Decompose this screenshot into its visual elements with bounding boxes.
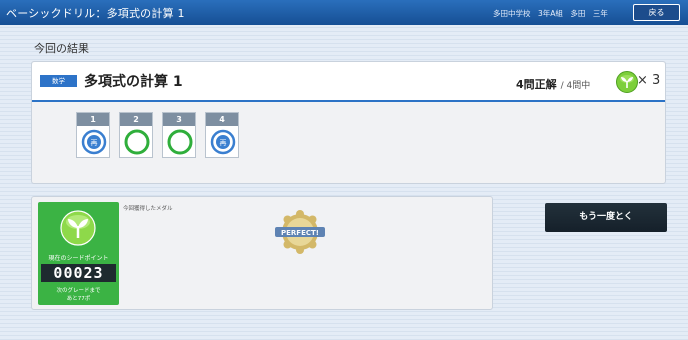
score-text: 4問正解/ 4問中 (516, 76, 590, 92)
user-info: 多田中学校 3年A組 多田 三年 (493, 9, 608, 18)
app-header: ベーシックドリル：多項式の計算 1 多田中学校 3年A組 多田 三年 戻る (0, 0, 688, 25)
app-title: ベーシックドリル：多項式の計算 1 (6, 7, 185, 20)
seed-multiplier: × 3 (637, 73, 661, 88)
correct-circle-icon (124, 129, 150, 155)
sprout-icon (616, 71, 638, 93)
total-count: / 4問中 (560, 81, 591, 91)
question-item-4[interactable]: 4 再 (205, 112, 239, 158)
seed-point-panel: 現在のシードポイント 00023 次のグレードまで あと77ポ (38, 202, 119, 305)
question-number: 2 (120, 113, 152, 126)
retry-mark-icon: 再 (81, 129, 107, 155)
correct-circle-icon (167, 129, 193, 155)
question-number: 3 (163, 113, 195, 126)
question-number: 4 (206, 113, 238, 126)
retry-button[interactable]: もう一度とく (545, 203, 667, 232)
back-button[interactable]: 戻る (633, 4, 680, 21)
retry-mark-text: 再 (91, 139, 98, 147)
question-number: 1 (77, 113, 109, 126)
seed-point-counter: 00023 (41, 264, 116, 282)
correct-count: 4問正解 (516, 78, 557, 91)
question-item-3[interactable]: 3 (162, 112, 196, 158)
question-item-2[interactable]: 2 (119, 112, 153, 158)
next-grade-remaining: あと77ポ (66, 296, 91, 302)
section-title: 今回の結果 (34, 42, 89, 55)
next-grade-label: 次のグレードまで (56, 288, 101, 294)
drill-name: 多項式の計算 1 (84, 74, 183, 90)
question-item-1[interactable]: 1 再 (76, 112, 110, 158)
medal-label: 今回獲得したメダル (123, 206, 173, 212)
subject-badge: 数学 (40, 75, 77, 87)
retry-mark-icon: 再 (210, 129, 236, 155)
sprout-icon (60, 210, 96, 246)
result-header: 数学 多項式の計算 1 4問正解/ 4問中 × 3 (32, 62, 665, 102)
perfect-medal-icon: PERFECT! (275, 210, 325, 254)
seed-card: 現在のシードポイント 00023 次のグレードまで あと77ポ 今回獲得したメダ… (31, 196, 493, 310)
seed-point-label: 現在のシードポイント (48, 255, 109, 262)
result-card: 数学 多項式の計算 1 4問正解/ 4問中 × 3 1 再 2 3 4 再 (31, 61, 666, 184)
retry-mark-text: 再 (220, 139, 227, 147)
medal-text: PERFECT! (281, 229, 319, 237)
